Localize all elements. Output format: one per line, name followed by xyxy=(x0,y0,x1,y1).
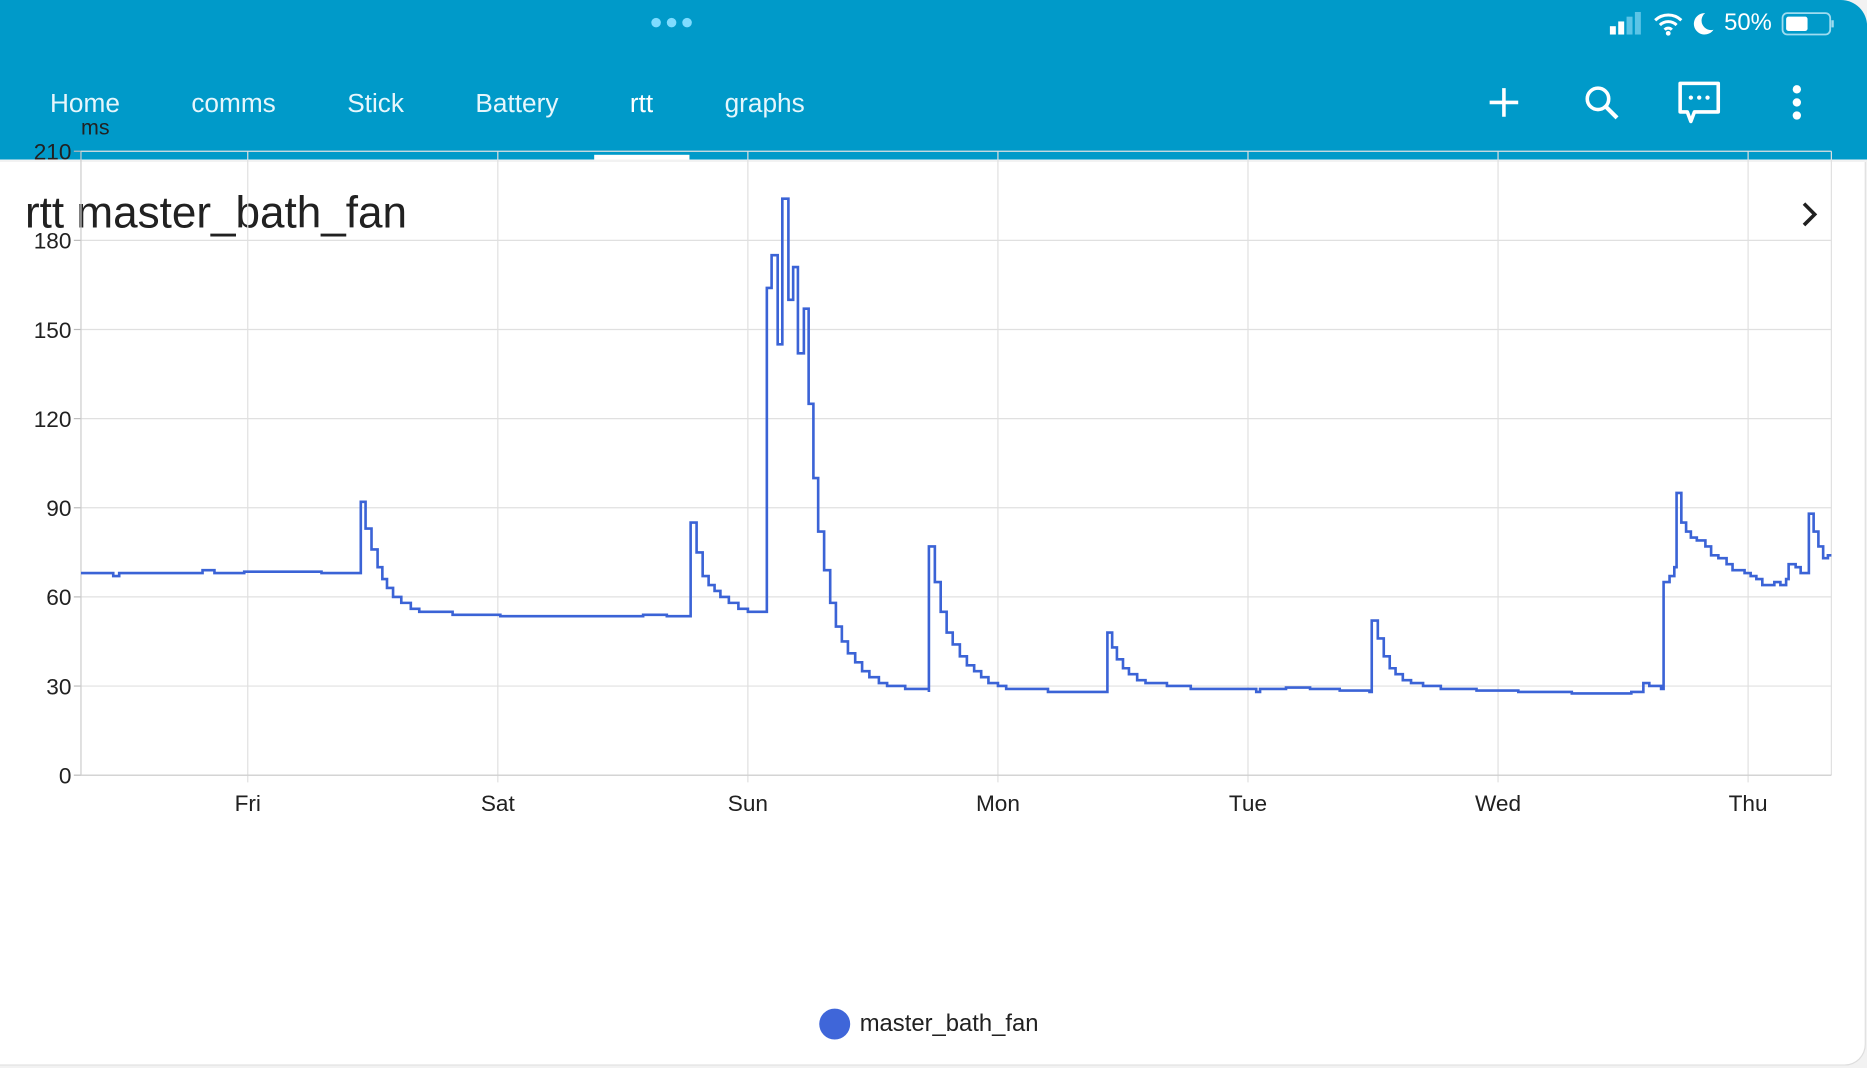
x-tick-label: Sat xyxy=(481,791,516,816)
legend-item[interactable]: master_bath_fan xyxy=(819,1008,1039,1040)
y-tick-label: 180 xyxy=(34,229,72,254)
x-tick-label: Fri xyxy=(235,791,261,816)
y-tick-label: 60 xyxy=(46,585,71,610)
history-graph-card: rtt master_bath_fan ms 0 30 60 90 120 150 180 21… xyxy=(0,116,1866,1066)
series-line-master-bath-fan xyxy=(80,197,1832,695)
x-tick-label: Mon xyxy=(976,791,1020,816)
x-tick-label: Sun xyxy=(728,791,768,816)
app-screen: 50% Home comms Stick Battery rtt graphs … xyxy=(0,0,1867,1068)
y-axis-unit-label: ms xyxy=(81,116,110,140)
y-tick-label: 30 xyxy=(46,674,71,699)
y-tick-label: 0 xyxy=(59,764,72,789)
x-tick-label: Wed xyxy=(1475,791,1521,816)
y-tick-label: 90 xyxy=(46,496,71,521)
x-tick-label: Tue xyxy=(1229,791,1267,816)
y-tick-label: 150 xyxy=(34,318,72,343)
x-tick-label: Thu xyxy=(1729,791,1768,816)
legend-label: master_bath_fan xyxy=(859,1010,1039,1037)
y-tick-label: 210 xyxy=(34,140,72,165)
legend-color-swatch xyxy=(819,1008,851,1040)
rtt-chart: ms 0 30 60 90 120 150 180 210 Fri Sat Sun Mon Tue Wed T… xyxy=(34,116,1832,816)
y-tick-label: 120 xyxy=(34,407,72,432)
